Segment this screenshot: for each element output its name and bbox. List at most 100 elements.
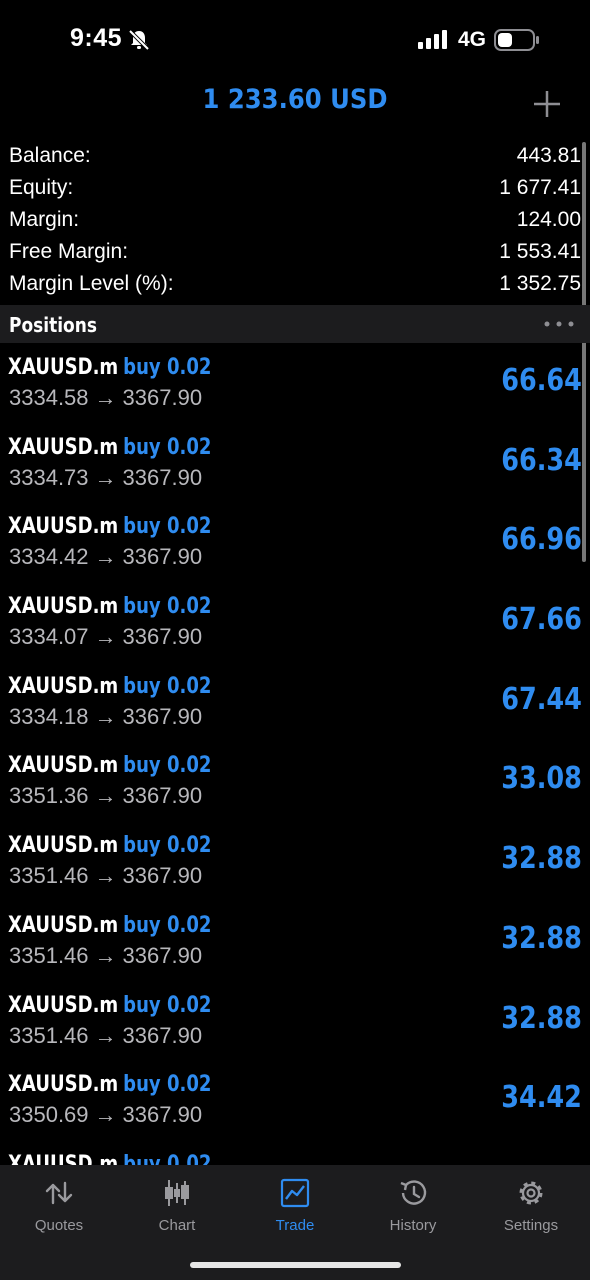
arrow-right-icon: → — [94, 1022, 117, 1048]
position-side-volume: buy 0.02 — [123, 514, 212, 540]
position-title: XAUUSD.m buy 0.02 — [8, 1072, 211, 1097]
positions-list: XAUUSD.m buy 0.02 3334.58 → 3367.90 66.64 X… — [0, 343, 590, 1165]
summary-value: 1 677.41 — [499, 176, 581, 199]
battery-icon — [494, 29, 539, 51]
add-icon[interactable] — [532, 89, 562, 119]
summary-row-free-margin: Free Margin: 1 553.41 — [0, 238, 590, 270]
position-row[interactable]: XAUUSD.m buy 0.02 3334.42 → 3367.90 66.96 — [0, 502, 590, 582]
position-title: XAUUSD.m buy 0.02 — [8, 833, 211, 858]
summary-row-equity: Equity: 1 677.41 — [0, 174, 590, 206]
position-prices: 3334.18 → 3367.90 — [9, 704, 202, 730]
tab-settings[interactable]: Settings — [472, 1177, 590, 1247]
arrow-right-icon: → — [94, 385, 117, 410]
position-row[interactable]: XAUUSD.m buy 0.02 3351.46 → 3367.90 32.88 — [0, 981, 590, 1061]
open-price: 3334.58 — [9, 385, 89, 410]
position-side-volume: buy 0.02 — [123, 673, 212, 699]
current-price: 3367.90 — [122, 942, 203, 968]
open-price: 3351.46 — [9, 1022, 89, 1048]
current-price: 3367.90 — [122, 1102, 203, 1128]
position-side-volume: buy 0.02 — [123, 434, 212, 460]
position-prices: 3350.69 → 3367.90 — [9, 1102, 202, 1128]
position-row[interactable]: XAUUSD.m buy 0.02 3350.69 → 3367.90 34.42 — [0, 1060, 590, 1140]
position-title: XAUUSD.m buy 0.02 — [8, 993, 211, 1018]
trade-screen: 9:45 4G 1 233.60 USD Balance: 443.81 Equ… — [0, 0, 590, 1280]
arrow-right-icon: → — [94, 544, 117, 570]
position-symbol: XAUUSD.m — [8, 514, 119, 540]
summary-row-balance: Balance: 443.81 — [0, 142, 590, 174]
position-row[interactable]: XAUUSD.m buy 0.02 3351.46 → 3367.90 32.88 — [0, 901, 590, 981]
position-title: XAUUSD.m buy 0.02 — [8, 594, 211, 619]
position-row[interactable]: XAUUSD.m buy 0.02 3334.18 → 3367.90 67.44 — [0, 662, 590, 742]
tab-chart[interactable]: Chart — [118, 1177, 236, 1247]
position-side-volume: buy 0.02 — [123, 594, 212, 620]
position-prices: 3334.42 → 3367.90 — [9, 544, 202, 570]
position-profit: 66.96 — [501, 522, 582, 558]
cellular-signal-icon — [418, 30, 447, 49]
position-symbol: XAUUSD.m — [8, 673, 119, 699]
position-profit: 66.34 — [501, 442, 582, 478]
position-side-volume: buy 0.02 — [123, 992, 212, 1018]
summary-value: 124.00 — [516, 208, 581, 231]
tab-history[interactable]: History — [354, 1177, 472, 1247]
position-symbol: XAUUSD.m — [8, 753, 119, 779]
position-title: XAUUSD.m buy 0.02 — [8, 753, 211, 778]
arrow-right-icon: → — [94, 863, 117, 889]
position-side-volume: buy 0.02 — [123, 833, 212, 859]
position-row[interactable]: XAUUSD.m buy 0.02 3334.73 → 3367.90 66.34 — [0, 423, 590, 503]
open-price: 3351.46 — [9, 863, 89, 889]
position-row[interactable]: XAUUSD.m buy 0.02 3334.07 → 3367.90 67.66 — [0, 582, 590, 662]
position-prices: 3351.36 → 3367.90 — [9, 783, 202, 809]
network-type: 4G — [458, 28, 487, 51]
tab-label: Settings — [503, 1217, 559, 1234]
tab-quotes[interactable]: Quotes — [0, 1177, 118, 1247]
position-profit: 32.88 — [501, 920, 582, 956]
current-price: 3367.90 — [122, 624, 203, 650]
open-price: 3351.46 — [9, 942, 89, 968]
account-summary: Balance: 443.81 Equity: 1 677.41 Margin:… — [0, 142, 590, 302]
open-price: 3334.73 — [9, 464, 89, 490]
position-profit: 32.88 — [501, 1000, 582, 1036]
summary-label: Balance: — [9, 144, 91, 167]
position-title: XAUUSD.m buy 0.02 — [8, 913, 211, 938]
position-side-volume: buy 0.02 — [123, 355, 212, 380]
open-price: 3334.18 — [9, 703, 89, 729]
open-price: 3334.07 — [9, 624, 89, 650]
arrow-right-icon: → — [94, 942, 117, 968]
tab-trade[interactable]: Trade — [236, 1177, 354, 1247]
positions-title: Positions — [9, 313, 97, 337]
home-indicator[interactable] — [190, 1262, 401, 1268]
position-row[interactable]: XAUUSD.m buy 0.02 3351.36 → 3367.90 33.08 — [0, 741, 590, 821]
status-bar: 9:45 4G — [0, 0, 590, 80]
position-symbol: XAUUSD.m — [8, 355, 119, 380]
history-clock-icon — [400, 1180, 427, 1205]
current-price: 3367.90 — [122, 385, 203, 410]
position-side-volume: buy 0.02 — [123, 1151, 212, 1165]
position-title: XAUUSD.m buy 0.02 — [8, 1152, 211, 1165]
arrow-right-icon: → — [94, 703, 117, 729]
more-options-icon[interactable] — [544, 317, 574, 331]
current-price: 3367.90 — [122, 783, 203, 809]
candlestick-chart-icon — [165, 1180, 189, 1206]
position-prices: 3334.73 → 3367.90 — [9, 465, 202, 491]
arrow-right-icon: → — [94, 783, 117, 809]
position-row[interactable]: XAUUSD.m buy 0.02 3351.46 → 3367.90 32.88 — [0, 821, 590, 901]
position-title: XAUUSD.m buy 0.02 — [8, 355, 211, 380]
current-price: 3367.90 — [122, 1022, 203, 1048]
position-title: XAUUSD.m buy 0.02 — [8, 674, 211, 699]
position-symbol: XAUUSD.m — [8, 912, 119, 938]
position-prices: 3351.46 → 3367.90 — [9, 943, 202, 969]
account-equity-title: 1 233.60 USD — [202, 84, 388, 115]
current-price: 3367.90 — [122, 703, 203, 729]
position-row[interactable]: XAUUSD.m buy 0.02 — [0, 1140, 590, 1165]
tab-label: Chart — [158, 1217, 196, 1234]
arrow-right-icon: → — [94, 464, 117, 490]
summary-label: Free Margin: — [9, 240, 129, 263]
position-title: XAUUSD.m buy 0.02 — [8, 514, 211, 539]
position-profit: 67.44 — [501, 681, 582, 717]
open-price: 3334.42 — [9, 544, 89, 570]
position-symbol: XAUUSD.m — [8, 833, 119, 859]
position-symbol: XAUUSD.m — [8, 594, 119, 620]
current-price: 3367.90 — [122, 464, 203, 490]
position-row[interactable]: XAUUSD.m buy 0.02 3334.58 → 3367.90 66.64 — [0, 343, 590, 423]
position-profit: 32.88 — [501, 841, 582, 877]
